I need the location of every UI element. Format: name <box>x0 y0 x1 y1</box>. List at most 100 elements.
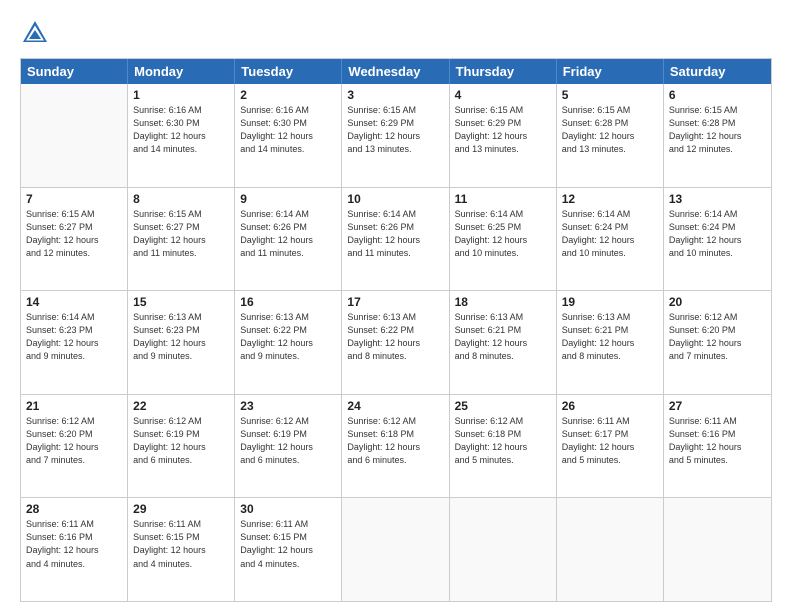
cell-date: 25 <box>455 399 551 413</box>
cell-info: Sunrise: 6:14 AM Sunset: 6:23 PM Dayligh… <box>26 311 122 363</box>
cell-info: Sunrise: 6:15 AM Sunset: 6:27 PM Dayligh… <box>133 208 229 260</box>
cell-info: Sunrise: 6:16 AM Sunset: 6:30 PM Dayligh… <box>240 104 336 156</box>
cell-date: 22 <box>133 399 229 413</box>
weeks-container: 1 Sunrise: 6:16 AM Sunset: 6:30 PM Daylig… <box>21 84 771 601</box>
day-header-friday: Friday <box>557 59 664 84</box>
cell-date: 19 <box>562 295 658 309</box>
calendar-cell: 1Sunrise: 6:16 AM Sunset: 6:30 PM Daylig… <box>128 84 235 187</box>
calendar-cell: 6 Sunrise: 6:15 AM Sunset: 6:28 PM Daylig… <box>664 84 771 187</box>
cell-info: Sunrise: 6:15 AM Sunset: 6:28 PM Dayligh… <box>669 104 766 156</box>
calendar-cell: 3 Sunrise: 6:15 AM Sunset: 6:29 PM Daylig… <box>342 84 449 187</box>
cell-date: 13 <box>669 192 766 206</box>
cell-date: 24 <box>347 399 443 413</box>
calendar-cell <box>450 498 557 601</box>
cell-date: 30 <box>240 502 336 516</box>
cell-info: Sunrise: 6:11 AM Sunset: 6:17 PM Dayligh… <box>562 415 658 467</box>
cell-info: Sunrise: 6:14 AM Sunset: 6:26 PM Dayligh… <box>347 208 443 260</box>
cell-info: Sunrise: 6:15 AM Sunset: 6:29 PM Dayligh… <box>455 104 551 156</box>
calendar-cell <box>557 498 664 601</box>
week-row-2: 7 Sunrise: 6:15 AM Sunset: 6:27 PM Daylig… <box>21 187 771 291</box>
cell-info: Sunrise: 6:13 AM Sunset: 6:21 PM Dayligh… <box>562 311 658 363</box>
calendar-cell: 28 Sunrise: 6:11 AM Sunset: 6:16 PM Dayli… <box>21 498 128 601</box>
calendar-cell: 24 Sunrise: 6:12 AM Sunset: 6:18 PM Dayli… <box>342 395 449 498</box>
calendar-cell: 7 Sunrise: 6:15 AM Sunset: 6:27 PM Daylig… <box>21 188 128 291</box>
cell-info: Sunrise: 6:14 AM Sunset: 6:25 PM Dayligh… <box>455 208 551 260</box>
calendar-cell: 4 Sunrise: 6:15 AM Sunset: 6:29 PM Daylig… <box>450 84 557 187</box>
cell-info: Sunrise: 6:12 AM Sunset: 6:18 PM Dayligh… <box>347 415 443 467</box>
cell-date: 28 <box>26 502 122 516</box>
calendar-cell <box>342 498 449 601</box>
calendar-cell: 19 Sunrise: 6:13 AM Sunset: 6:21 PM Dayli… <box>557 291 664 394</box>
cell-date: 8 <box>133 192 229 206</box>
calendar-cell <box>21 84 128 187</box>
cell-info: Sunrise: 6:14 AM Sunset: 6:24 PM Dayligh… <box>562 208 658 260</box>
cell-info: Sunrise: 6:15 AM Sunset: 6:27 PM Dayligh… <box>26 208 122 260</box>
cell-date: 21 <box>26 399 122 413</box>
calendar-cell: 12Sunrise: 6:14 AM Sunset: 6:24 PM Dayli… <box>557 188 664 291</box>
calendar-cell: 23Sunrise: 6:12 AM Sunset: 6:19 PM Dayli… <box>235 395 342 498</box>
cell-date: 14 <box>26 295 122 309</box>
cell-date: 2 <box>240 88 336 102</box>
day-header-thursday: Thursday <box>450 59 557 84</box>
cell-info: Sunrise: 6:12 AM Sunset: 6:20 PM Dayligh… <box>26 415 122 467</box>
cell-info: Sunrise: 6:11 AM Sunset: 6:15 PM Dayligh… <box>240 518 336 570</box>
cell-date: 16 <box>240 295 336 309</box>
cell-info: Sunrise: 6:15 AM Sunset: 6:28 PM Dayligh… <box>562 104 658 156</box>
cell-date: 18 <box>455 295 551 309</box>
calendar-cell: 9 Sunrise: 6:14 AM Sunset: 6:26 PM Daylig… <box>235 188 342 291</box>
week-row-3: 14 Sunrise: 6:14 AM Sunset: 6:23 PM Dayli… <box>21 290 771 394</box>
cell-date: 27 <box>669 399 766 413</box>
calendar-cell: 13 Sunrise: 6:14 AM Sunset: 6:24 PM Dayli… <box>664 188 771 291</box>
calendar-cell: 5 Sunrise: 6:15 AM Sunset: 6:28 PM Daylig… <box>557 84 664 187</box>
cell-info: Sunrise: 6:12 AM Sunset: 6:19 PM Dayligh… <box>133 415 229 467</box>
calendar-cell: 2 Sunrise: 6:16 AM Sunset: 6:30 PM Daylig… <box>235 84 342 187</box>
cell-date: 10 <box>347 192 443 206</box>
calendar-cell: 11 Sunrise: 6:14 AM Sunset: 6:25 PM Dayli… <box>450 188 557 291</box>
cell-date: 4 <box>455 88 551 102</box>
cell-date: 3 <box>347 88 443 102</box>
calendar-cell: 30 Sunrise: 6:11 AM Sunset: 6:15 PM Dayli… <box>235 498 342 601</box>
calendar-cell: 16 Sunrise: 6:13 AM Sunset: 6:22 PM Dayli… <box>235 291 342 394</box>
week-row-5: 28 Sunrise: 6:11 AM Sunset: 6:16 PM Dayli… <box>21 497 771 601</box>
calendar-cell <box>664 498 771 601</box>
cell-info: Sunrise: 6:13 AM Sunset: 6:22 PM Dayligh… <box>347 311 443 363</box>
cell-info: Sunrise: 6:13 AM Sunset: 6:21 PM Dayligh… <box>455 311 551 363</box>
week-row-1: 1 Sunrise: 6:16 AM Sunset: 6:30 PM Daylig… <box>21 84 771 187</box>
calendar-cell: 27 Sunrise: 6:11 AM Sunset: 6:16 PM Dayli… <box>664 395 771 498</box>
logo-icon <box>20 18 50 48</box>
calendar-cell: 8 Sunrise: 6:15 AM Sunset: 6:27 PM Daylig… <box>128 188 235 291</box>
day-headers: SundayMondayTuesdayWednesdayThursdayFrid… <box>21 59 771 84</box>
logo <box>20 18 56 48</box>
calendar: SundayMondayTuesdayWednesdayThursdayFrid… <box>20 58 772 602</box>
cell-date: 6 <box>669 88 766 102</box>
week-row-4: 21 Sunrise: 6:12 AM Sunset: 6:20 PM Dayli… <box>21 394 771 498</box>
cell-info: Sunrise: 6:12 AM Sunset: 6:20 PM Dayligh… <box>669 311 766 363</box>
cell-date: 15 <box>133 295 229 309</box>
cell-info: Sunrise: 6:13 AM Sunset: 6:23 PM Dayligh… <box>133 311 229 363</box>
calendar-cell: 20Sunrise: 6:12 AM Sunset: 6:20 PM Dayli… <box>664 291 771 394</box>
cell-info: Sunrise: 6:11 AM Sunset: 6:16 PM Dayligh… <box>26 518 122 570</box>
cell-date: 5 <box>562 88 658 102</box>
page: SundayMondayTuesdayWednesdayThursdayFrid… <box>0 0 792 612</box>
calendar-cell: 14 Sunrise: 6:14 AM Sunset: 6:23 PM Dayli… <box>21 291 128 394</box>
cell-info: Sunrise: 6:11 AM Sunset: 6:16 PM Dayligh… <box>669 415 766 467</box>
cell-info: Sunrise: 6:11 AM Sunset: 6:15 PM Dayligh… <box>133 518 229 570</box>
day-header-saturday: Saturday <box>664 59 771 84</box>
cell-info: Sunrise: 6:12 AM Sunset: 6:18 PM Dayligh… <box>455 415 551 467</box>
cell-date: 26 <box>562 399 658 413</box>
day-header-sunday: Sunday <box>21 59 128 84</box>
calendar-cell: 17Sunrise: 6:13 AM Sunset: 6:22 PM Dayli… <box>342 291 449 394</box>
cell-date: 9 <box>240 192 336 206</box>
cell-info: Sunrise: 6:14 AM Sunset: 6:26 PM Dayligh… <box>240 208 336 260</box>
day-header-tuesday: Tuesday <box>235 59 342 84</box>
calendar-cell: 29Sunrise: 6:11 AM Sunset: 6:15 PM Dayli… <box>128 498 235 601</box>
cell-date: 7 <box>26 192 122 206</box>
cell-info: Sunrise: 6:14 AM Sunset: 6:24 PM Dayligh… <box>669 208 766 260</box>
cell-date: 1 <box>133 88 229 102</box>
calendar-cell: 15 Sunrise: 6:13 AM Sunset: 6:23 PM Dayli… <box>128 291 235 394</box>
cell-info: Sunrise: 6:13 AM Sunset: 6:22 PM Dayligh… <box>240 311 336 363</box>
cell-date: 11 <box>455 192 551 206</box>
cell-info: Sunrise: 6:15 AM Sunset: 6:29 PM Dayligh… <box>347 104 443 156</box>
day-header-wednesday: Wednesday <box>342 59 449 84</box>
calendar-cell: 10 Sunrise: 6:14 AM Sunset: 6:26 PM Dayli… <box>342 188 449 291</box>
